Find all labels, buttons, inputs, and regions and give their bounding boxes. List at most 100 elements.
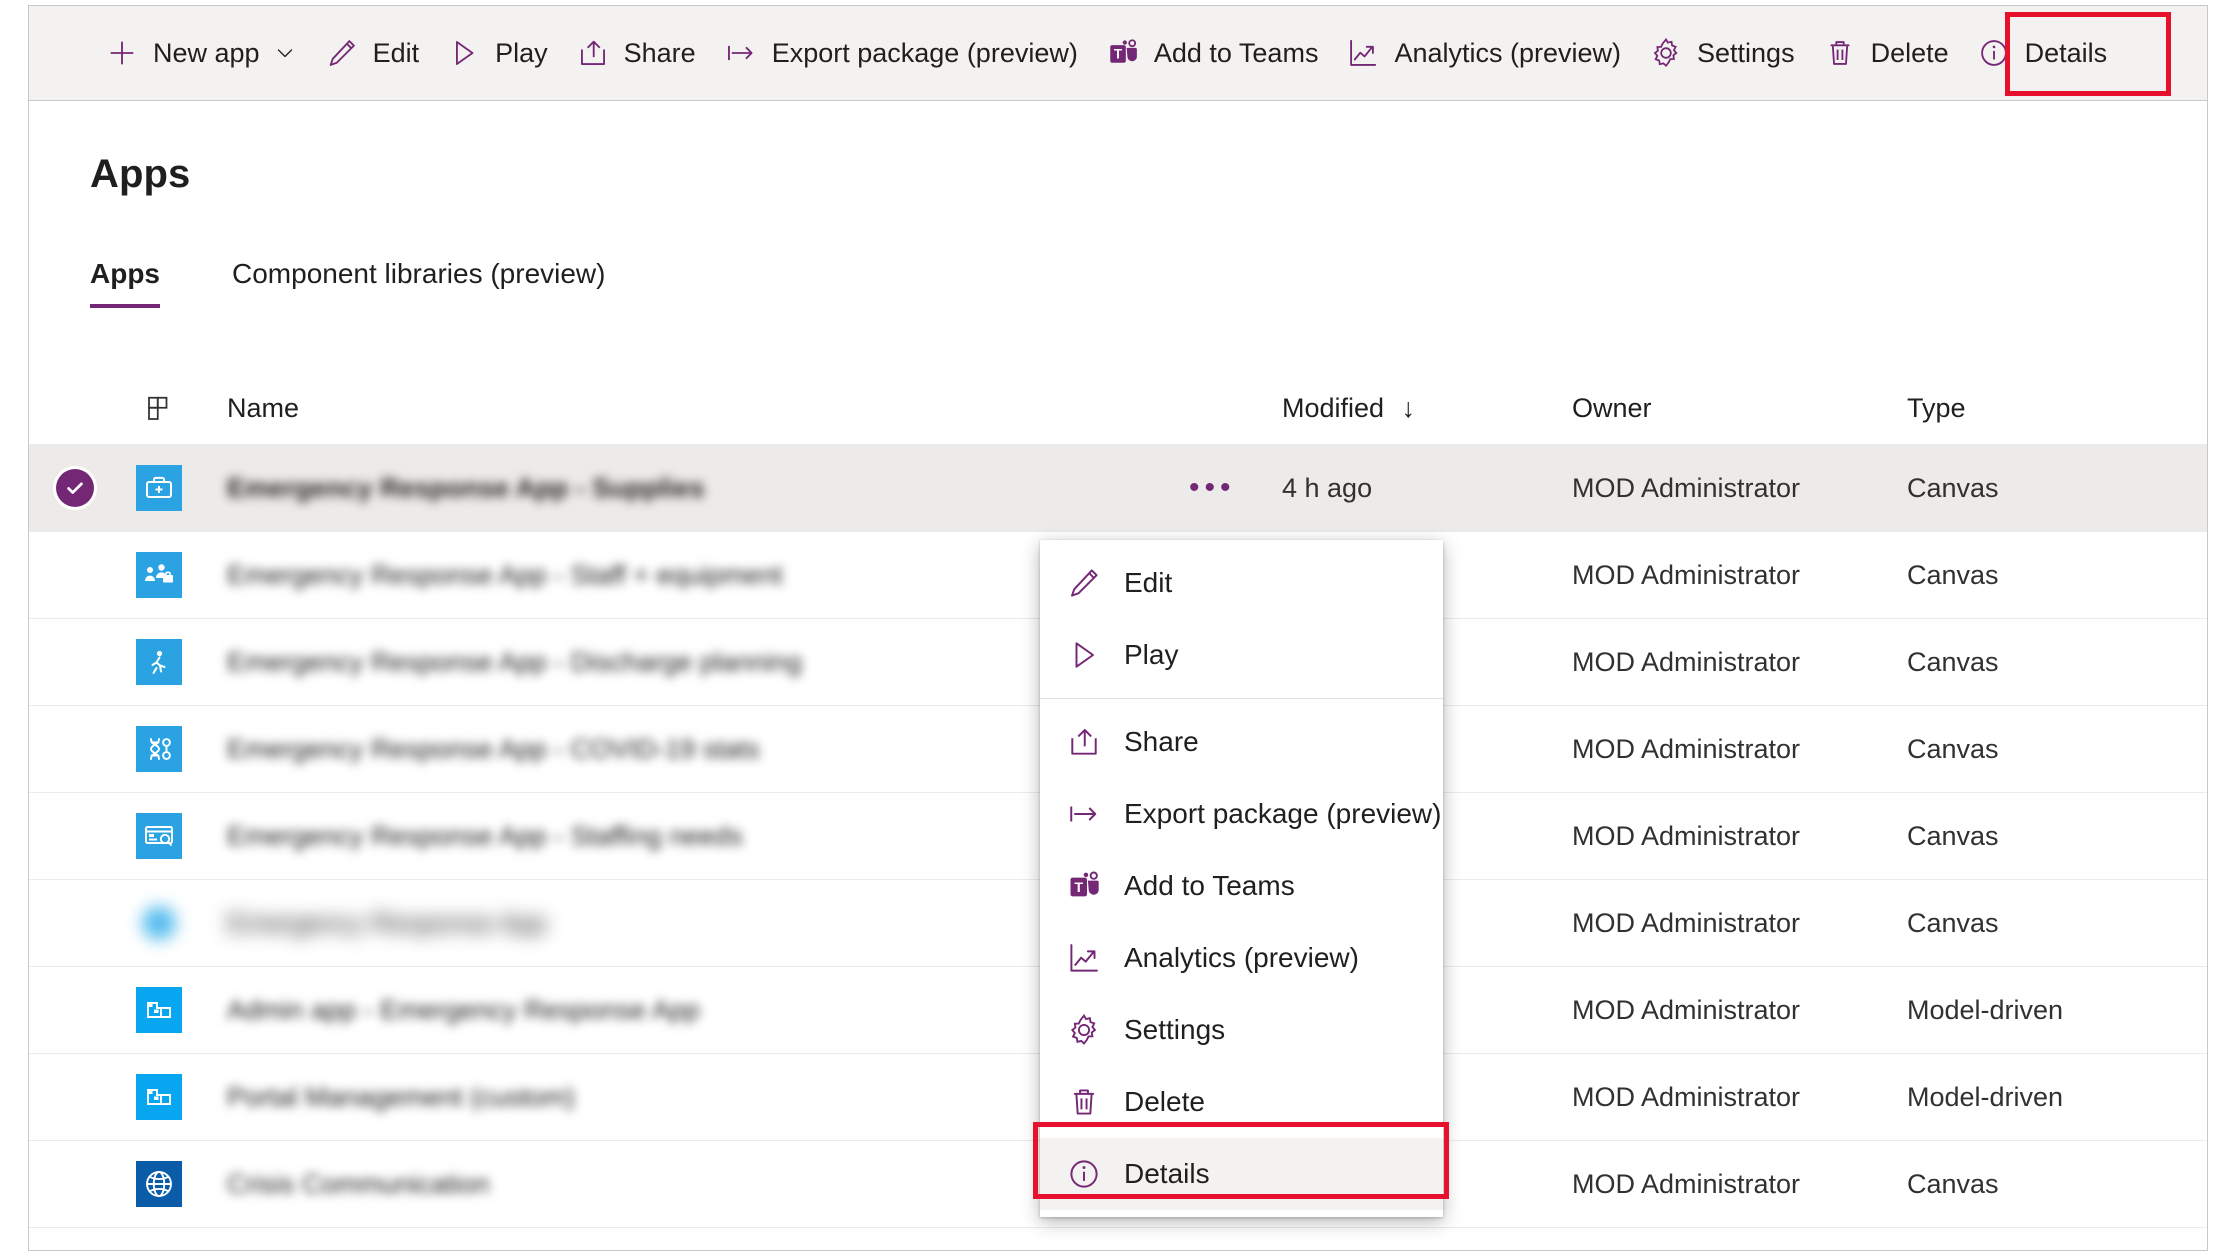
row-app-name[interactable]: Emergency Response App - Discharge plann… (197, 647, 1187, 678)
row-app-name-text: Admin app - Emergency Response App (227, 994, 700, 1025)
share-icon (576, 36, 610, 70)
row-type: Canvas (1907, 1168, 1999, 1199)
toolbar-play-button[interactable]: Play (433, 21, 562, 85)
modeldriven-icon (121, 987, 197, 1033)
context-menu-export-package-preview-item[interactable]: Export package (preview) (1040, 778, 1443, 850)
row-select-checkbox[interactable] (29, 469, 121, 507)
toolbar-export-package-preview-button[interactable]: Export package (preview) (710, 21, 1092, 85)
row-app-name[interactable]: Admin app - Emergency Response App (197, 995, 1187, 1026)
row-app-name-text: Crisis Communication (227, 1168, 490, 1199)
command-bar: New app Edit Play Share Export package (prev… (28, 5, 2208, 101)
row-owner: MOD Administrator (1572, 646, 1801, 677)
row-owner: MOD Administrator (1572, 820, 1801, 851)
header-name[interactable]: Name (197, 393, 1187, 424)
ellipsis-icon[interactable]: ••• (1187, 473, 1236, 503)
row-app-name[interactable]: Emergency Response App - COVID-19 stats (197, 734, 1187, 765)
context-menu-item-label: Add to Teams (1124, 870, 1295, 901)
row-owner: MOD Administrator (1572, 559, 1801, 590)
context-menu-add-to-teams-item[interactable]: T Add to Teams (1040, 850, 1443, 922)
context-menu-share-item[interactable]: Share (1040, 706, 1443, 778)
page-title: Apps (90, 152, 191, 196)
toolbar-analytics-preview-button[interactable]: Analytics (preview) (1332, 21, 1635, 85)
row-owner: MOD Administrator (1572, 1168, 1801, 1199)
toolbar-share-button[interactable]: Share (562, 21, 710, 85)
medkit-icon (121, 465, 197, 511)
row-app-name-text: Emergency Response App - Staffing needs (227, 820, 743, 851)
svg-text:T: T (1114, 47, 1123, 62)
context-menu-details-item[interactable]: Details (1040, 1138, 1443, 1210)
tab-label: Component libraries (preview) (232, 258, 606, 289)
context-menu-analytics-preview-item[interactable]: Analytics (preview) (1040, 922, 1443, 994)
toolbar-details-button[interactable]: Details (1962, 21, 2122, 85)
row-app-name[interactable]: Emergency Response App - Supplies (197, 473, 1187, 504)
row-owner: MOD Administrator (1572, 1081, 1801, 1112)
toolbar-item-label: Delete (1870, 37, 1949, 68)
pencil-icon (325, 36, 359, 70)
tab-apps[interactable]: Apps (90, 258, 160, 308)
share-icon (1066, 724, 1102, 760)
modeldriven-icon (121, 1074, 197, 1120)
context-menu-item-label: Details (1124, 1158, 1210, 1189)
grid-icon[interactable] (121, 394, 197, 424)
context-menu-item-label: Edit (1124, 567, 1173, 598)
row-type: Model-driven (1907, 1081, 2064, 1112)
toolbar-item-label: Share (623, 37, 696, 68)
row-type: Canvas (1907, 559, 1999, 590)
row-type: Canvas (1907, 820, 1999, 851)
analytics-icon (1066, 940, 1102, 976)
row-type: Canvas (1907, 733, 1999, 764)
toolbar-add-to-teams-button[interactable]: T Add to Teams (1092, 21, 1333, 85)
teams-icon: T (1106, 36, 1140, 70)
pencil-icon (1066, 565, 1102, 601)
row-app-name[interactable]: Crisis Communication (197, 1169, 1187, 1200)
toolbar-settings-button[interactable]: Settings (1635, 21, 1809, 85)
context-menu-item-label: Play (1124, 639, 1179, 670)
tab-label: Apps (90, 258, 160, 289)
header-owner[interactable]: Owner (1572, 393, 1907, 424)
analytics-icon (1346, 36, 1380, 70)
toolbar-item-label: Analytics (preview) (1394, 37, 1622, 68)
trash-icon (1823, 36, 1857, 70)
row-app-name[interactable]: Emergency Response App (197, 908, 1187, 939)
context-menu-item-label: Share (1124, 726, 1199, 757)
row-app-name-text: Portal Management (custom) (227, 1081, 576, 1112)
row-more-options-button[interactable]: ••• (1187, 473, 1282, 503)
context-menu-delete-item[interactable]: Delete (1040, 1066, 1443, 1138)
header-modified[interactable]: Modified ↓ (1282, 393, 1572, 424)
gear-icon (1649, 36, 1683, 70)
row-app-name-text: Emergency Response App - COVID-19 stats (227, 733, 760, 764)
chevron-down-icon[interactable] (273, 41, 297, 65)
toolbar-item-label: Edit (372, 37, 420, 68)
monitor-icon (121, 813, 197, 859)
tab-component-libraries-preview[interactable]: Component libraries (preview) (232, 258, 605, 308)
context-menu-play-item[interactable]: Play (1040, 619, 1443, 691)
info-icon (1066, 1156, 1102, 1192)
row-type: Canvas (1907, 907, 1999, 938)
context-menu-item-label: Settings (1124, 1014, 1226, 1045)
walking-icon (121, 639, 197, 685)
checkmark-icon (56, 469, 94, 507)
row-modified: 4 h ago (1282, 472, 1373, 503)
context-menu-divider (1040, 698, 1443, 699)
header-type[interactable]: Type (1907, 393, 2207, 424)
dna-icon (121, 726, 197, 772)
toolbar-item-label: Export package (preview) (771, 37, 1078, 68)
context-menu-edit-item[interactable]: Edit (1040, 547, 1443, 619)
row-app-name-text: Emergency Response App - Supplies (227, 472, 705, 503)
toolbar-edit-button[interactable]: Edit (311, 21, 434, 85)
context-menu-settings-item[interactable]: Settings (1040, 994, 1443, 1066)
toolbar-new-app-button[interactable]: New app (91, 21, 311, 85)
play-icon (447, 36, 481, 70)
app-screenshot: New app Edit Play Share Export package (prev… (0, 0, 2233, 1258)
row-owner: MOD Administrator (1572, 994, 1801, 1025)
play-icon (1066, 637, 1102, 673)
row-type: Model-driven (1907, 994, 2064, 1025)
toolbar-delete-button[interactable]: Delete (1809, 21, 1963, 85)
toolbar-item-label: Add to Teams (1153, 37, 1319, 68)
row-app-name[interactable]: Emergency Response App - Staffing needs (197, 821, 1187, 852)
table-row[interactable]: Emergency Response App - Supplies ••• 4 h … (29, 445, 2207, 532)
row-owner: MOD Administrator (1572, 907, 1801, 938)
row-type: Canvas (1907, 646, 1999, 677)
row-app-name[interactable]: Portal Management (custom) (197, 1082, 1187, 1113)
row-app-name[interactable]: Emergency Response App - Staff + equipme… (197, 560, 1187, 591)
